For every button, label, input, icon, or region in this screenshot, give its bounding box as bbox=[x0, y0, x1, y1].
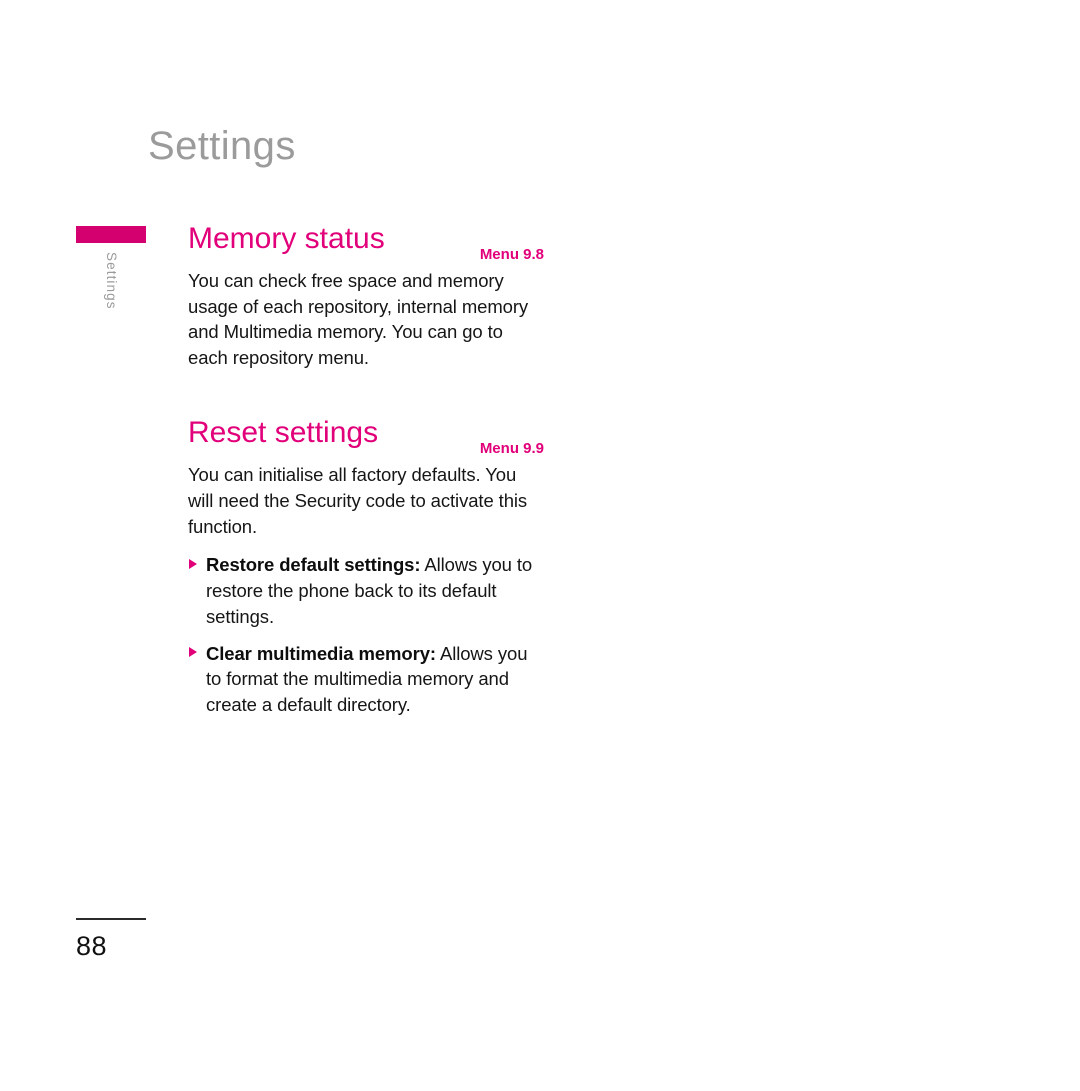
triangle-bullet-icon bbox=[189, 647, 197, 658]
footer-divider bbox=[76, 918, 146, 920]
bullet-list: Restore default settings: Allows you to … bbox=[188, 552, 544, 718]
content-column: Memory status Menu 9.8 You can check fre… bbox=[188, 222, 544, 718]
section-body-text: You can check free space and memory usag… bbox=[188, 270, 529, 368]
list-item-term: Clear multimedia memory: bbox=[206, 642, 436, 664]
section-menu-reference: Menu 9.8 bbox=[479, 246, 544, 263]
chapter-title: Settings bbox=[148, 124, 296, 168]
section-header: Memory status Menu 9.8 bbox=[188, 222, 544, 266]
page-footer: 88 bbox=[76, 918, 148, 960]
section-title: Memory status bbox=[188, 222, 385, 255]
list-item-term: Restore default settings: bbox=[206, 554, 421, 576]
triangle-bullet-icon bbox=[189, 558, 197, 569]
list-item: Restore default settings: Allows you to … bbox=[188, 552, 544, 629]
list-item: Clear multimedia memory: Allows you to f… bbox=[188, 641, 544, 718]
section-title: Reset settings bbox=[188, 416, 379, 450]
section-memory-status: Memory status Menu 9.8 You can check fre… bbox=[188, 222, 544, 370]
section-reset-settings: Reset settings Menu 9.9 You can initiali… bbox=[188, 416, 544, 718]
section-body-text: You can initialise all factory defaults.… bbox=[188, 464, 528, 537]
side-tab-bar bbox=[76, 226, 146, 243]
side-tab-label: Settings bbox=[103, 252, 119, 310]
section-header: Reset settings Menu 9.9 bbox=[188, 416, 544, 460]
side-tab: Settings bbox=[76, 226, 146, 310]
section-menu-reference: Menu 9.9 bbox=[479, 440, 544, 458]
page-number: 88 bbox=[76, 931, 108, 961]
side-tab-label-wrap: Settings bbox=[76, 252, 146, 362]
manual-page: Settings Settings Memory status Menu 9.8… bbox=[0, 0, 1080, 1091]
